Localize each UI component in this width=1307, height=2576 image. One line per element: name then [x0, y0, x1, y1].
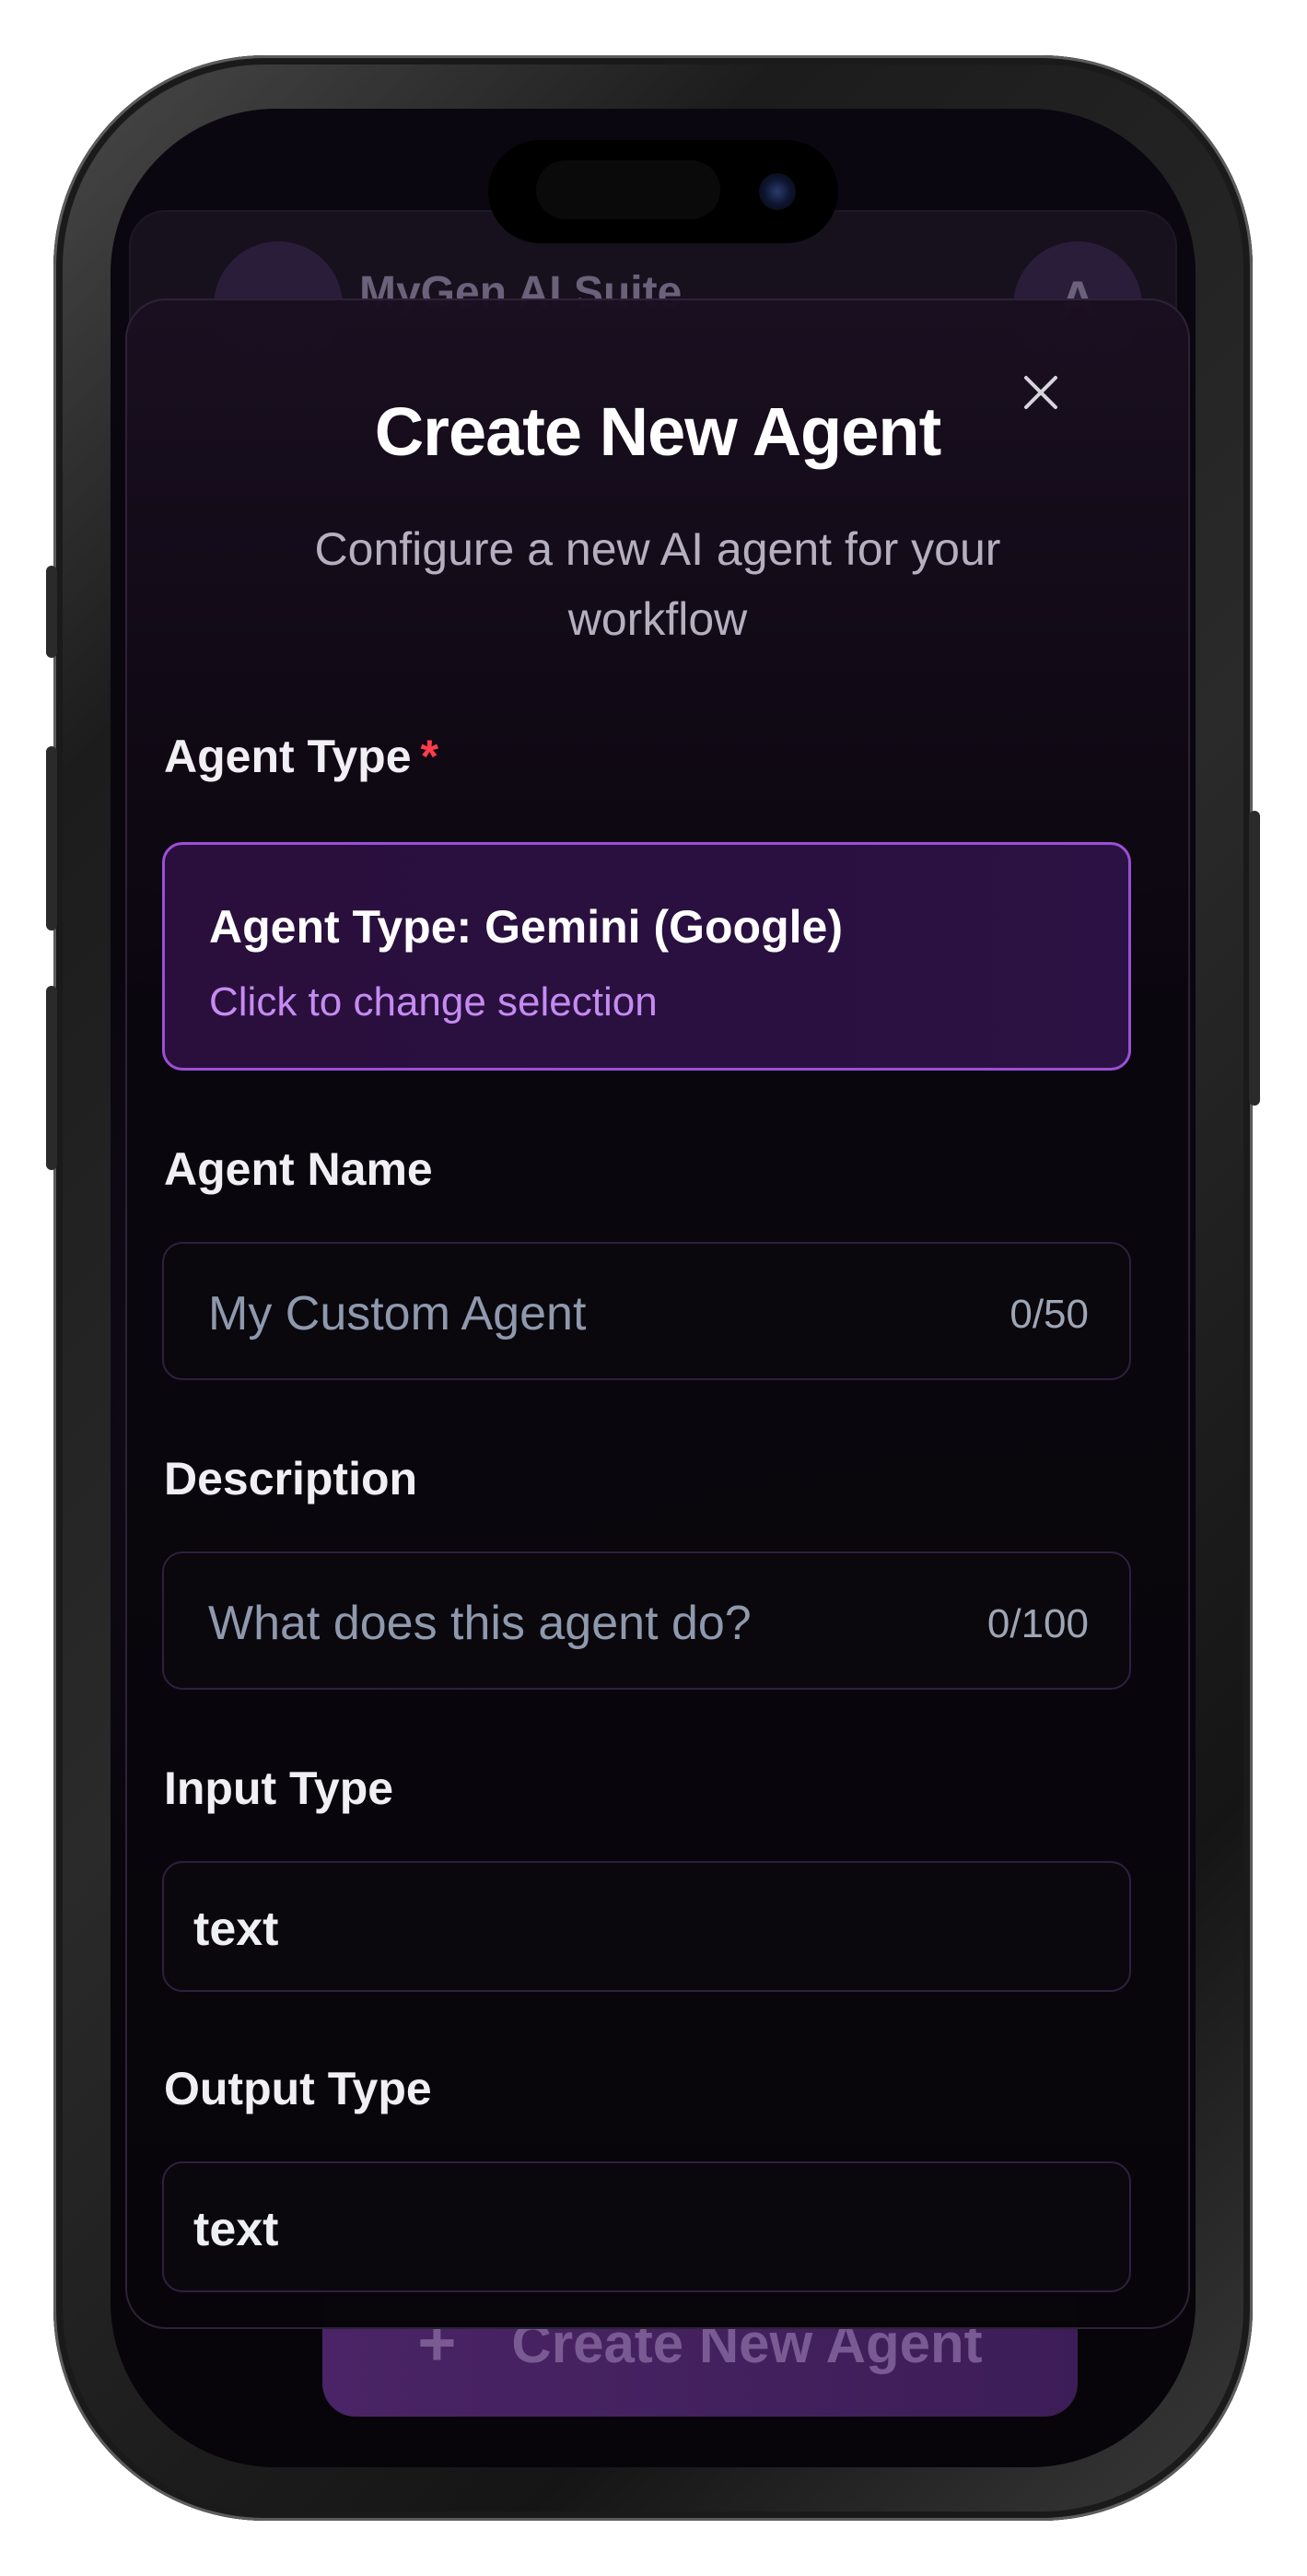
agent-type-selected: Agent Type: Gemini (Google) [209, 901, 843, 953]
description-counter: 0/100 [986, 1601, 1089, 1646]
side-button-action [46, 566, 57, 658]
agent-type-label: Agent Type * [164, 730, 438, 783]
output-type-label: Output Type [164, 2063, 432, 2114]
input-type-select[interactable]: text [162, 1861, 1131, 1992]
modal-subtitle: Configure a new AI agent for your workfl… [314, 523, 1001, 645]
side-button-volume-down [46, 986, 57, 1170]
input-type-label: Input Type [164, 1762, 394, 1814]
agent-name-label: Agent Name [164, 1143, 433, 1195]
agent-name-counter: 0/50 [1009, 1292, 1089, 1337]
agent-type-selector[interactable]: Agent Type: Gemini (Google) Click to cha… [162, 842, 1131, 1071]
required-mark: * [420, 731, 438, 782]
agent-name-field[interactable]: My Custom Agent 0/50 [162, 1242, 1131, 1380]
side-button-volume-up [46, 746, 57, 931]
modal-title: Create New Agent [374, 393, 942, 470]
agent-type-hint: Click to change selection [209, 979, 658, 1025]
output-type-value: text [193, 2203, 279, 2256]
phone-screen: MyGen AI Suite A + Create New Agent Crea… [111, 109, 1196, 2467]
input-type-value: text [193, 1903, 279, 1956]
description-label: Description [164, 1453, 418, 1505]
description-placeholder: What does this agent do? [208, 1597, 752, 1650]
side-button-power [1249, 811, 1260, 1106]
island-speaker [536, 160, 720, 219]
agent-name-placeholder: My Custom Agent [208, 1287, 587, 1341]
create-agent-modal: Create New Agent Configure a new AI agen… [125, 299, 1190, 2329]
description-field[interactable]: What does this agent do? 0/100 [162, 1551, 1131, 1690]
agent-type-label-text: Agent Type [164, 731, 412, 782]
camera-icon [759, 173, 796, 210]
output-type-select[interactable]: text [162, 2161, 1131, 2292]
